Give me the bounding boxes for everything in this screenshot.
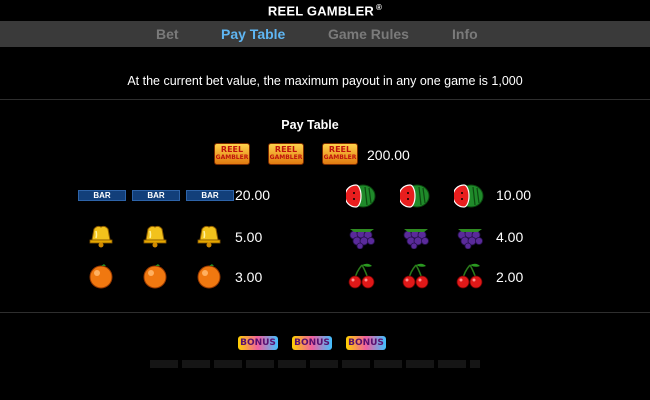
divider-bottom	[0, 312, 650, 313]
bell-icon	[143, 225, 167, 248]
cherry-payout: 2.00	[496, 269, 524, 285]
watermelon-payout: 10.00	[496, 187, 532, 203]
game-title: REEL GAMBLER ®	[268, 3, 382, 18]
game-title-bar: REEL GAMBLER ®	[0, 0, 650, 21]
bonus-icon: BONUS	[238, 336, 278, 350]
grapes-icon	[403, 229, 429, 249]
bell-icon	[89, 225, 113, 248]
tab-pay-table[interactable]: Pay Table	[221, 26, 285, 42]
bell-icon	[197, 225, 221, 248]
tab-game-rules[interactable]: Game Rules	[328, 26, 409, 42]
logo-line1: REEL	[328, 145, 352, 154]
logo-line2: GAMBLER	[269, 154, 303, 161]
bonus-icon: BONUS	[292, 336, 332, 350]
pay-table-title: Pay Table	[281, 118, 339, 132]
divider-top	[0, 99, 650, 100]
orange-icon	[143, 264, 167, 289]
bonus-icon: BONUS	[346, 336, 386, 350]
game-title-text: REEL GAMBLER	[267, 3, 375, 19]
trademark-symbol: ®	[376, 2, 383, 12]
watermelon-icon	[454, 184, 484, 208]
logo-line2: GAMBLER	[323, 154, 357, 161]
reel-gambler-logo-icon: REEL GAMBLER	[322, 143, 358, 165]
bar-icon: BAR	[132, 190, 180, 201]
tab-bar: Bet Pay Table Game Rules Info	[0, 21, 650, 47]
grapes-icon	[349, 229, 375, 249]
logo-line1: REEL	[220, 145, 244, 154]
watermelon-icon	[346, 184, 376, 208]
max-payout-info: At the current bet value, the maximum pa…	[127, 74, 523, 88]
orange-icon	[197, 264, 221, 289]
orange-icon	[89, 264, 113, 289]
bar-icon: BAR	[186, 190, 234, 201]
reel-gambler-logo-icon: REEL GAMBLER	[214, 143, 250, 165]
reel-gambler-logo-icon: REEL GAMBLER	[268, 143, 304, 165]
logo-line1: REEL	[274, 145, 298, 154]
grapes-icon	[457, 229, 483, 249]
watermelon-icon	[400, 184, 430, 208]
logo-payout: 200.00	[367, 147, 410, 163]
grapes-payout: 4.00	[496, 229, 524, 245]
bar-icon: BAR	[78, 190, 126, 201]
cherry-icon	[348, 263, 375, 289]
logo-line2: GAMBLER	[215, 154, 249, 161]
orange-payout: 3.00	[235, 269, 263, 285]
tab-bet[interactable]: Bet	[156, 26, 179, 42]
bell-payout: 5.00	[235, 229, 263, 245]
cherry-icon	[402, 263, 429, 289]
bar-payout: 20.00	[235, 187, 271, 203]
tab-info[interactable]: Info	[452, 26, 478, 42]
cherry-icon	[456, 263, 483, 289]
faded-bonus-description	[150, 360, 480, 368]
